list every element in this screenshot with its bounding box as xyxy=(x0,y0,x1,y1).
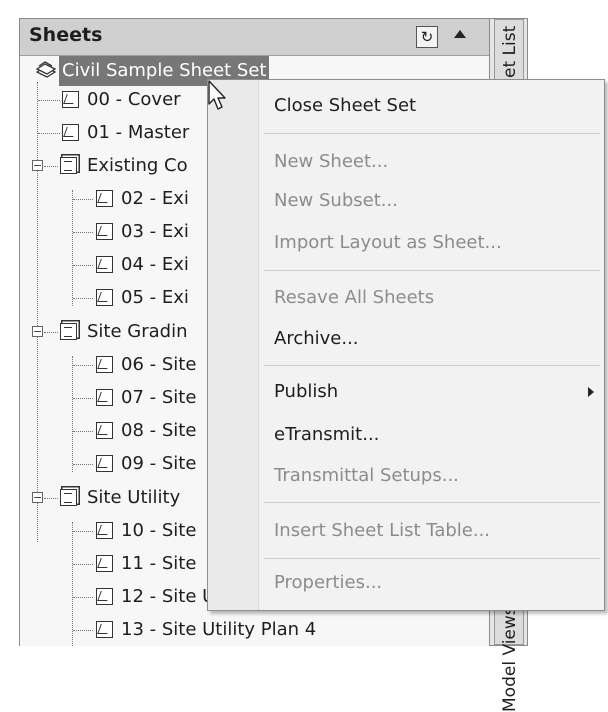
sheet-icon xyxy=(96,223,113,240)
tree-item-label: 05 - Exi xyxy=(121,287,189,308)
tree-item-label: Site Utility xyxy=(87,487,181,508)
subset-icon xyxy=(60,489,77,506)
menu-item-etransmit[interactable]: eTransmit... xyxy=(274,421,379,449)
menu-separator xyxy=(264,502,600,503)
caret-up-icon[interactable] xyxy=(454,30,466,38)
tree-item-label: 02 - Exi xyxy=(121,188,189,209)
menu-item-import-layout[interactable]: Import Layout as Sheet... xyxy=(274,229,502,257)
sheet-icon xyxy=(96,356,113,373)
menu-item-new-subset[interactable]: New Subset... xyxy=(274,187,398,215)
collapse-icon[interactable]: − xyxy=(32,326,43,337)
sheet-icon xyxy=(96,522,113,539)
collapse-icon[interactable]: − xyxy=(32,160,43,171)
palette-title: Sheets xyxy=(29,24,103,46)
sheet-icon xyxy=(96,555,113,572)
menu-item-insert-sheet-list-table[interactable]: Insert Sheet List Table... xyxy=(274,517,490,545)
tab-model-views-label: Model Views xyxy=(500,606,520,712)
palette-header: Sheets ↻ xyxy=(20,19,489,56)
sheet-icon xyxy=(96,422,113,439)
sheet-icon xyxy=(96,588,113,605)
sheet-set-icon xyxy=(36,61,56,78)
sheet-icon xyxy=(96,289,113,306)
tree-item-label: 08 - Site xyxy=(121,420,197,441)
sheet-icon xyxy=(96,190,113,207)
tree-item-label: 07 - Site xyxy=(121,387,197,408)
menu-separator xyxy=(264,365,600,366)
tree-item-label: 06 - Site xyxy=(121,354,197,375)
tree-item-label: Site Gradin xyxy=(87,321,188,342)
sheet-icon xyxy=(62,91,79,108)
menu-item-publish[interactable]: Publish xyxy=(274,378,338,406)
menu-separator xyxy=(264,270,600,271)
tree-item-label: 01 - Master xyxy=(87,122,190,143)
sheet-icon xyxy=(62,124,79,141)
menu-item-close-sheet-set[interactable]: Close Sheet Set xyxy=(274,92,416,120)
sheet-icon xyxy=(96,455,113,472)
tree-item-label: Existing Co xyxy=(87,155,188,176)
mouse-cursor-icon xyxy=(208,80,226,110)
sheet-icon xyxy=(96,621,113,638)
tree-item-label: 03 - Exi xyxy=(121,221,189,242)
collapse-icon[interactable]: − xyxy=(32,492,43,503)
subset-icon xyxy=(60,323,77,340)
menu-item-archive[interactable]: Archive... xyxy=(274,325,359,353)
menu-item-new-sheet[interactable]: New Sheet... xyxy=(274,148,388,176)
tree-item-label: 00 - Cover xyxy=(87,89,181,110)
tree-item-sheet[interactable]: 13 - Site Utility Plan 4 xyxy=(20,615,480,645)
tree-item-label: 09 - Site xyxy=(121,453,197,474)
menu-icon-gutter xyxy=(208,80,259,610)
context-menu: Close Sheet Set New Sheet... New Subset.… xyxy=(207,79,605,611)
submenu-arrow-icon xyxy=(588,387,594,397)
tree-item-label: 10 - Site xyxy=(121,520,197,541)
sheet-icon xyxy=(96,256,113,273)
menu-item-resave-all-sheets[interactable]: Resave All Sheets xyxy=(274,284,434,312)
menu-separator xyxy=(264,558,600,559)
menu-item-properties[interactable]: Properties... xyxy=(274,569,382,597)
tree-item-label: 13 - Site Utility Plan 4 xyxy=(121,619,317,640)
subset-icon xyxy=(60,157,77,174)
menu-item-transmittal-setups[interactable]: Transmittal Setups... xyxy=(274,462,459,490)
tree-item-label: 11 - Site xyxy=(121,553,197,574)
sheet-icon xyxy=(96,389,113,406)
menu-separator xyxy=(264,133,600,134)
refresh-icon[interactable]: ↻ xyxy=(416,26,438,48)
tree-item-label: 04 - Exi xyxy=(121,254,189,275)
